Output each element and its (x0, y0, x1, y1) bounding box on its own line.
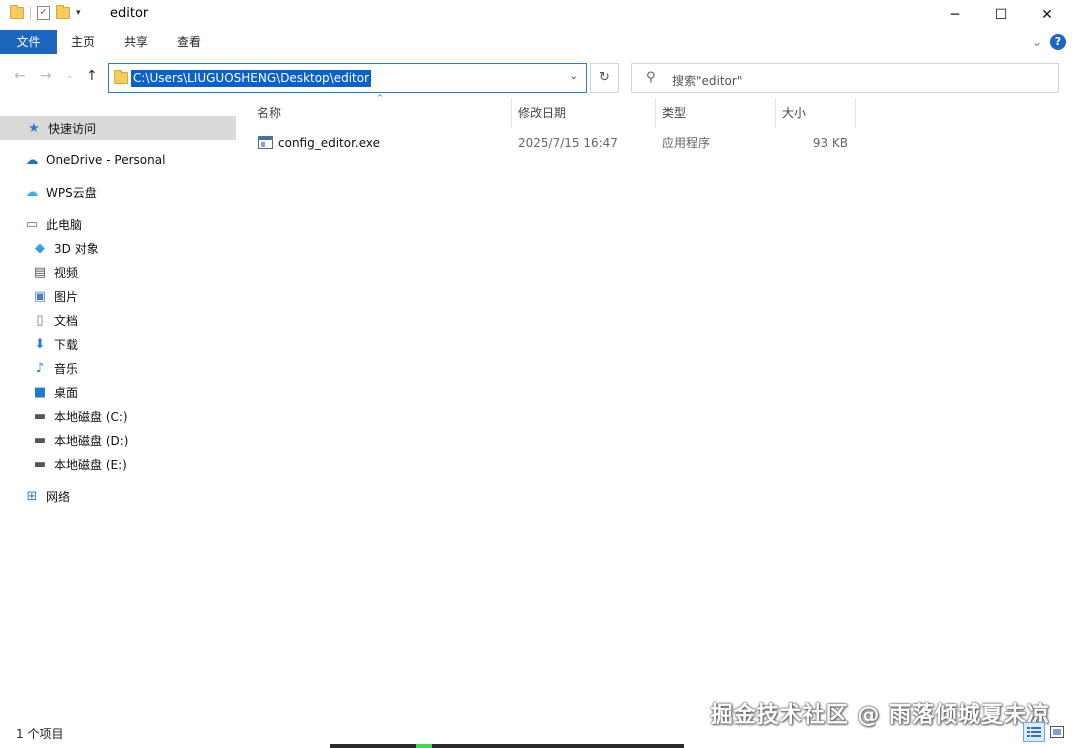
back-arrow-icon[interactable]: ← (14, 68, 26, 84)
column-header-size[interactable]: 大小 (776, 98, 856, 128)
tab-share[interactable]: 共享 (114, 30, 158, 54)
toolbar-divider (30, 6, 31, 20)
nav-item-label: 本地磁盘 (E:) (54, 457, 127, 472)
customize-toolbar-icon[interactable]: ▾ (76, 8, 81, 18)
nav-item-quick-access[interactable]: ★ 快速访问 (0, 116, 236, 140)
maximize-button[interactable]: ☐ (978, 0, 1024, 30)
nav-item-label: 图片 (54, 289, 79, 304)
document-icon: ▯ (36, 312, 44, 328)
tab-home[interactable]: 主页 (61, 30, 105, 54)
tab-view[interactable]: 查看 (167, 30, 211, 54)
nav-item-pictures[interactable]: ▣ 图片 (0, 284, 236, 308)
picture-icon: ▣ (33, 288, 47, 304)
address-bar[interactable]: C:\Users\LIUGUOSHENG\Desktop\editor ⌄ (108, 63, 587, 93)
folder-icon (10, 5, 24, 19)
nav-item-label: 此电脑 (46, 217, 83, 232)
tab-file[interactable]: 文件 (0, 30, 57, 54)
file-row[interactable]: config_editor.exe 2025/7/15 16:47 应用程序 9… (250, 132, 856, 154)
nav-item-label: 下载 (54, 337, 79, 352)
title-bar: ✓ ▾ editor ─ ☐ ✕ (0, 0, 1072, 30)
nav-item-this-pc[interactable]: ▭ 此电脑 (0, 212, 236, 236)
navigation-pane: ★ 快速访问 ☁ OneDrive - Personal ☁ WPS云盘 ▭ 此… (0, 98, 238, 718)
ribbon-controls: ⌄ ? (1032, 34, 1066, 50)
nav-item-videos[interactable]: ▤ 视频 (0, 260, 236, 284)
nav-item-network[interactable]: ⊞ 网络 (0, 484, 236, 508)
cube-icon: ◆ (35, 240, 45, 256)
network-icon: ⊞ (26, 488, 38, 504)
column-header-name[interactable]: 名称 (251, 98, 512, 128)
nav-item-3d-objects[interactable]: ◆ 3D 对象 (0, 236, 236, 260)
music-note-icon: ♪ (35, 360, 45, 376)
refresh-button[interactable]: ↻ (590, 63, 619, 93)
nav-item-desktop[interactable]: ■ 桌面 (0, 380, 236, 404)
nav-item-label: 快速访问 (48, 121, 97, 136)
search-placeholder: 搜索"editor" (672, 74, 743, 88)
window-title: editor (110, 6, 149, 21)
taskbar-strip (330, 744, 684, 748)
column-header-modified[interactable]: 修改日期 (512, 98, 656, 128)
nav-item-label: 本地磁盘 (C:) (54, 409, 128, 424)
cloud-icon: ☁ (25, 152, 39, 168)
forward-arrow-icon[interactable]: → (40, 68, 52, 84)
file-size: 93 KB (812, 136, 848, 150)
nav-item-label: 视频 (54, 265, 79, 280)
new-folder-icon[interactable] (56, 5, 70, 19)
star-icon: ★ (28, 120, 40, 136)
drive-icon: ▬ (33, 408, 47, 424)
recent-locations-chevron-icon[interactable]: ⌄ (66, 71, 74, 81)
computer-icon: ▭ (25, 216, 39, 232)
nav-item-drive-e[interactable]: ▬ 本地磁盘 (E:) (0, 452, 236, 476)
properties-icon[interactable]: ✓ (37, 6, 50, 20)
large-icons-view-icon (1050, 726, 1064, 738)
item-count: 1 个项目 (16, 727, 64, 741)
nav-item-label: WPS云盘 (46, 185, 97, 200)
nav-item-label: 本地磁盘 (D:) (54, 433, 129, 448)
quick-access-toolbar: ✓ ▾ (10, 5, 81, 20)
minimize-button[interactable]: ─ (932, 0, 978, 30)
film-icon: ▤ (33, 264, 47, 280)
large-icons-view-button[interactable] (1046, 722, 1068, 742)
folder-icon (114, 70, 128, 84)
up-arrow-icon[interactable]: ↑ (86, 68, 98, 84)
search-icon: ⚲ (646, 70, 656, 85)
application-icon (258, 136, 273, 149)
nav-item-onedrive[interactable]: ☁ OneDrive - Personal (0, 148, 236, 172)
address-path-text[interactable]: C:\Users\LIUGUOSHENG\Desktop\editor (131, 70, 372, 87)
column-header-type[interactable]: 类型 (656, 98, 776, 128)
nav-item-label: 3D 对象 (54, 241, 99, 256)
nav-item-documents[interactable]: ▯ 文档 (0, 308, 236, 332)
nav-item-wps-cloud[interactable]: ☁ WPS云盘 (0, 180, 236, 204)
drive-icon: ▬ (33, 456, 47, 472)
nav-item-label: 桌面 (54, 385, 79, 400)
taskbar-indicator (416, 744, 432, 748)
nav-item-drive-c[interactable]: ▬ 本地磁盘 (C:) (0, 404, 236, 428)
search-box[interactable]: ⚲ 搜索"editor" (631, 63, 1059, 93)
expand-ribbon-chevron-icon[interactable]: ⌄ (1032, 35, 1042, 49)
file-name[interactable]: config_editor.exe (278, 132, 380, 154)
cloud-icon: ☁ (25, 184, 39, 200)
download-arrow-icon: ⬇ (34, 336, 46, 352)
nav-item-downloads[interactable]: ⬇ 下载 (0, 332, 236, 356)
file-type: 应用程序 (662, 136, 711, 150)
details-view-button[interactable] (1023, 722, 1045, 742)
nav-item-label: 文档 (54, 313, 79, 328)
desktop-icon: ■ (33, 384, 47, 400)
ribbon-tabs: 文件 主页 共享 查看 ⌄ ? (0, 30, 1072, 54)
details-view-icon (1027, 727, 1041, 737)
close-button[interactable]: ✕ (1024, 0, 1070, 30)
nav-item-label: 音乐 (54, 361, 79, 376)
address-history-dropdown-icon[interactable]: ⌄ (570, 71, 578, 82)
nav-item-label: 网络 (46, 489, 71, 504)
nav-item-music[interactable]: ♪ 音乐 (0, 356, 236, 380)
nav-item-label: OneDrive - Personal (46, 153, 166, 167)
file-modified: 2025/7/15 16:47 (518, 136, 618, 150)
address-row: ← → ⌄ ↑ C:\Users\LIUGUOSHENG\Desktop\edi… (0, 56, 1072, 98)
help-icon[interactable]: ? (1050, 34, 1066, 50)
nav-item-drive-d[interactable]: ▬ 本地磁盘 (D:) (0, 428, 236, 452)
drive-icon: ▬ (33, 432, 47, 448)
